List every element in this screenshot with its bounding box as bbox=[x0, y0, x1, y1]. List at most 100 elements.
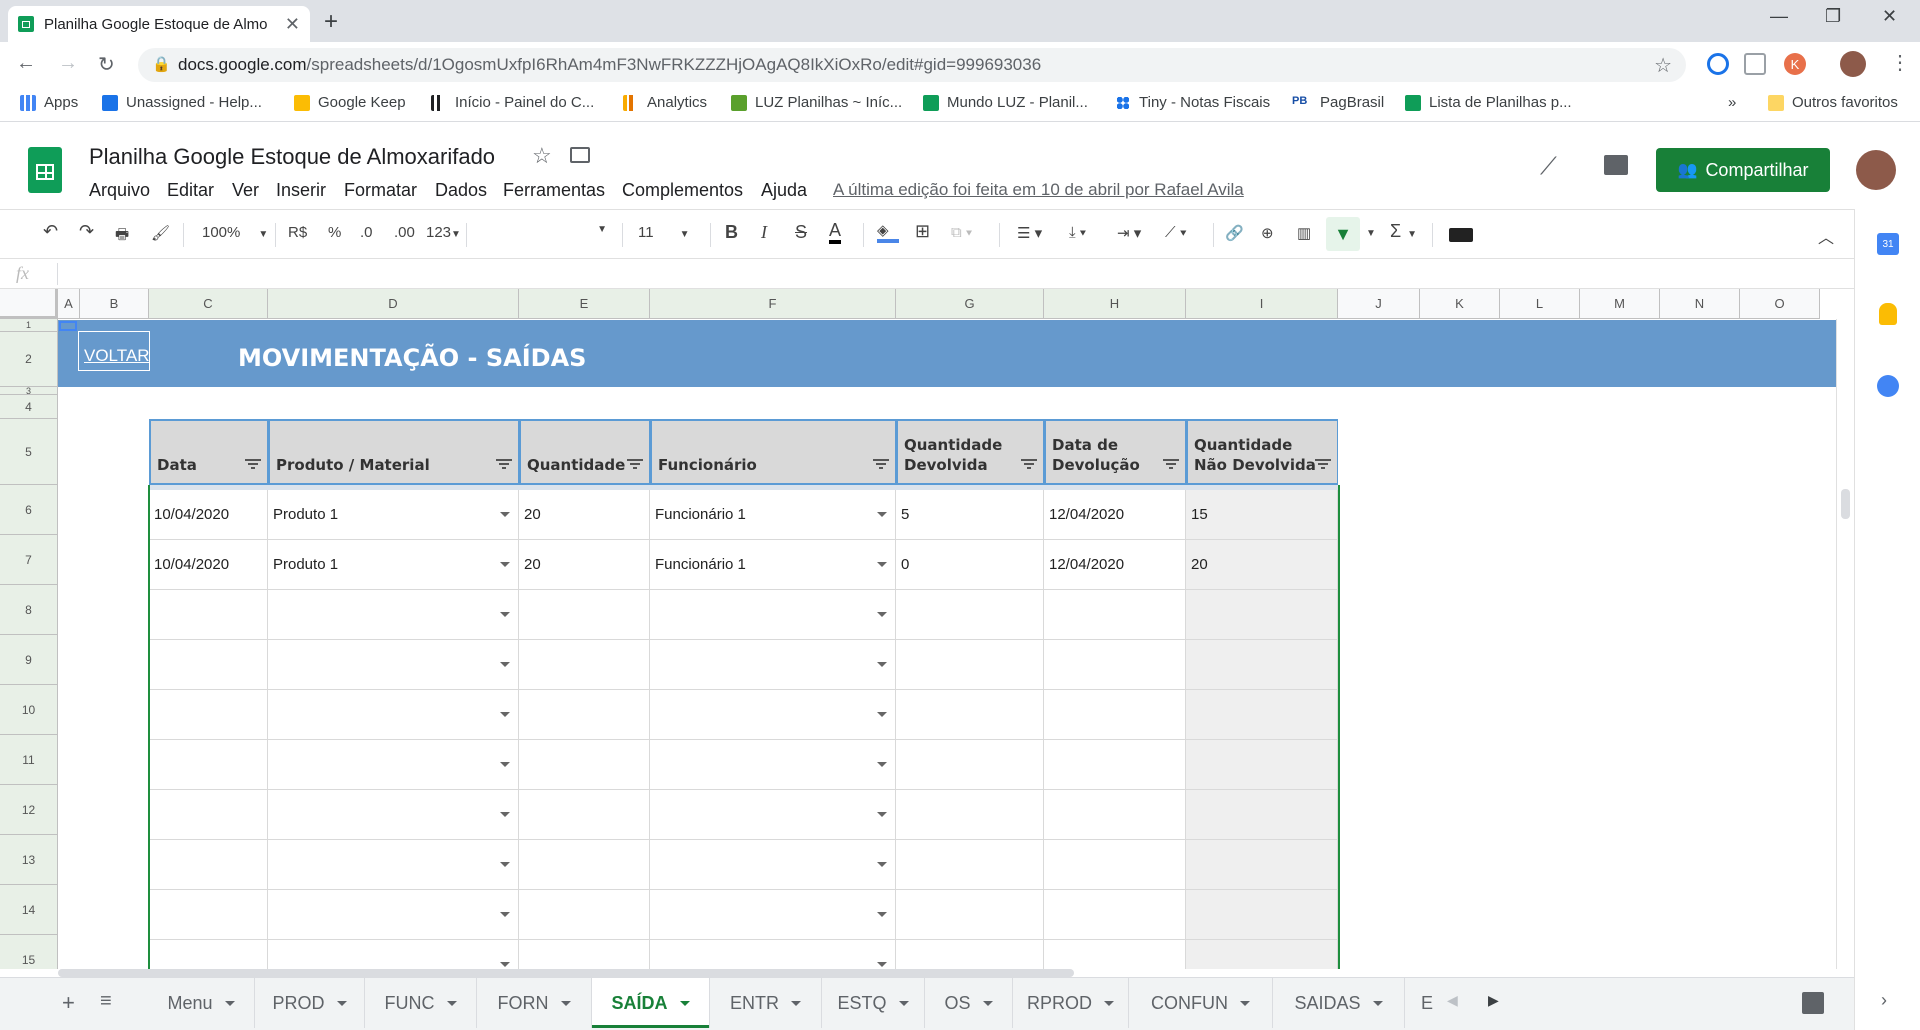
cell-quantidade[interactable] bbox=[519, 740, 650, 790]
dropdown-arrow-icon[interactable] bbox=[877, 512, 887, 517]
filter-icon[interactable]: ▼ bbox=[1326, 217, 1360, 251]
cell-quantidade[interactable] bbox=[519, 840, 650, 890]
chevron-down-icon[interactable] bbox=[1372, 1000, 1383, 1006]
window-close-icon[interactable]: ✕ bbox=[1882, 6, 1897, 27]
menu-inserir[interactable]: Inserir bbox=[276, 180, 326, 201]
dropdown-arrow-icon[interactable] bbox=[500, 662, 510, 667]
zoom-select[interactable]: 100% ▼ bbox=[202, 224, 268, 241]
decrease-decimal-button[interactable]: .0 bbox=[360, 224, 373, 241]
cell-produto[interactable] bbox=[268, 890, 519, 940]
hide-menus-chevron-icon[interactable]: ︿ bbox=[1818, 224, 1834, 248]
fill-color-icon[interactable]: ◈ bbox=[877, 221, 899, 243]
row-header-2[interactable]: 2 bbox=[0, 332, 58, 387]
column-header-k[interactable]: K bbox=[1420, 289, 1500, 319]
cell-data[interactable] bbox=[149, 790, 268, 840]
chevron-down-icon[interactable] bbox=[560, 1000, 571, 1006]
borders-icon[interactable]: ⊞ bbox=[915, 221, 930, 242]
reload-icon[interactable]: ↻ bbox=[98, 52, 115, 77]
insert-comment-icon[interactable]: ⊕ bbox=[1261, 224, 1274, 242]
sheet-tab-prod[interactable]: PROD bbox=[255, 978, 365, 1028]
dropdown-arrow-icon[interactable] bbox=[500, 562, 510, 567]
add-sheet-icon[interactable]: + bbox=[62, 990, 75, 1016]
paint-format-icon[interactable]: 🖌 bbox=[151, 224, 170, 242]
cell-produto[interactable] bbox=[268, 790, 519, 840]
sheet-tab-confun[interactable]: CONFUN bbox=[1129, 978, 1273, 1028]
chevron-down-icon[interactable] bbox=[1240, 1000, 1250, 1006]
cell-funcionario[interactable] bbox=[650, 790, 896, 840]
percent-format-button[interactable]: % bbox=[328, 224, 341, 241]
browser-tab[interactable]: Planilha Google Estoque de Almo ✕ bbox=[8, 6, 310, 42]
header-qtd-nao-devolvida[interactable]: Quantidade Não Devolvida bbox=[1186, 419, 1338, 485]
undo-icon[interactable]: ↶ bbox=[43, 221, 58, 242]
all-sheets-menu-icon[interactable]: ≡ bbox=[100, 990, 112, 1013]
row-header-11[interactable]: 11 bbox=[0, 735, 58, 785]
cell-quantidade[interactable] bbox=[519, 690, 650, 740]
cell-funcionario[interactable] bbox=[650, 740, 896, 790]
cell-quantidade[interactable] bbox=[519, 640, 650, 690]
column-header-d[interactable]: D bbox=[268, 289, 519, 319]
text-rotation-icon[interactable]: ⟋ ▾ bbox=[1165, 224, 1187, 241]
header-qtd-devolvida[interactable]: Quantidade Devolvida bbox=[896, 419, 1044, 485]
show-side-panel-chevron-icon[interactable]: › bbox=[1881, 990, 1887, 1011]
chevron-down-icon[interactable] bbox=[224, 1000, 235, 1006]
restore-icon[interactable]: ❐ bbox=[1825, 6, 1841, 27]
forward-icon[interactable]: → bbox=[58, 52, 78, 75]
filter-views-chevron-icon[interactable]: ▼ bbox=[1366, 228, 1376, 239]
cell-produto[interactable] bbox=[268, 840, 519, 890]
cell-funcionario[interactable] bbox=[650, 640, 896, 690]
cell-funcionario[interactable] bbox=[650, 940, 896, 969]
column-header-e[interactable]: E bbox=[519, 289, 650, 319]
cell-funcionario[interactable] bbox=[650, 590, 896, 640]
column-header-i[interactable]: I bbox=[1186, 289, 1338, 319]
menu-formatar[interactable]: Formatar bbox=[344, 180, 417, 201]
bookmark-analytics[interactable]: Analytics bbox=[623, 94, 707, 111]
row-header-10[interactable]: 10 bbox=[0, 685, 58, 735]
cell-funcionario[interactable] bbox=[650, 890, 896, 940]
column-header-n[interactable]: N bbox=[1660, 289, 1740, 319]
scroll-tabs-right-icon[interactable]: ▶ bbox=[1488, 992, 1499, 1009]
cell-qtd-devolvida[interactable] bbox=[896, 840, 1044, 890]
bookmark-inicio[interactable]: Início - Painel do C... bbox=[431, 94, 594, 111]
chevron-down-icon[interactable] bbox=[1104, 1000, 1114, 1006]
input-tools-keyboard-icon[interactable] bbox=[1449, 228, 1473, 242]
extension-k-icon[interactable]: K bbox=[1784, 53, 1806, 75]
back-icon[interactable]: ← bbox=[16, 52, 36, 75]
cell-qtd-nao-devolvida[interactable]: 15 bbox=[1186, 490, 1338, 540]
dropdown-arrow-icon[interactable] bbox=[877, 762, 887, 767]
sheet-tab-saidas[interactable]: SAIDAS bbox=[1273, 978, 1405, 1028]
row-header-5[interactable]: 5 bbox=[0, 419, 58, 485]
font-family-select[interactable]: ▼ bbox=[477, 224, 607, 246]
cell-data-devolucao[interactable] bbox=[1044, 940, 1186, 969]
cell-data-devolucao[interactable] bbox=[1044, 740, 1186, 790]
header-funcionario[interactable]: Funcionário bbox=[650, 419, 896, 485]
cell-qtd-devolvida[interactable] bbox=[896, 790, 1044, 840]
menu-ajuda[interactable]: Ajuda bbox=[761, 180, 807, 201]
tasks-icon[interactable] bbox=[1877, 375, 1899, 397]
chevron-down-icon[interactable] bbox=[446, 1000, 457, 1006]
chrome-menu-icon[interactable]: ⋮ bbox=[1890, 50, 1910, 75]
row-header-13[interactable]: 13 bbox=[0, 835, 58, 885]
cell-quantidade[interactable] bbox=[519, 890, 650, 940]
merge-cells-icon[interactable]: ⧉ ▾ bbox=[951, 224, 972, 241]
cell-produto[interactable] bbox=[268, 940, 519, 969]
redo-icon[interactable]: ↷ bbox=[79, 221, 94, 242]
dropdown-arrow-icon[interactable] bbox=[877, 862, 887, 867]
dropdown-arrow-icon[interactable] bbox=[500, 962, 510, 967]
sheet-tab-saída[interactable]: SAÍDA bbox=[592, 978, 710, 1028]
cell-qtd-devolvida[interactable] bbox=[896, 940, 1044, 969]
bookmark-mundo-luz[interactable]: Mundo LUZ - Planil... bbox=[923, 94, 1088, 111]
cell-data-devolucao[interactable] bbox=[1044, 690, 1186, 740]
cell-produto[interactable] bbox=[268, 590, 519, 640]
header-quantidade[interactable]: Quantidade bbox=[519, 419, 650, 485]
cell-quantidade[interactable] bbox=[519, 590, 650, 640]
chevron-down-icon[interactable] bbox=[982, 1000, 993, 1006]
cell-qtd-nao-devolvida[interactable] bbox=[1186, 790, 1338, 840]
column-header-l[interactable]: L bbox=[1500, 289, 1580, 319]
cell-funcionario[interactable]: Funcionário 1 bbox=[650, 490, 896, 540]
cell-qtd-devolvida[interactable] bbox=[896, 640, 1044, 690]
vertical-scroll-thumb[interactable] bbox=[1841, 489, 1850, 519]
row-header-15[interactable]: 15 bbox=[0, 935, 58, 969]
cell-qtd-nao-devolvida[interactable] bbox=[1186, 940, 1338, 969]
increase-decimal-button[interactable]: .00 bbox=[394, 224, 415, 241]
column-header-h[interactable]: H bbox=[1044, 289, 1186, 319]
